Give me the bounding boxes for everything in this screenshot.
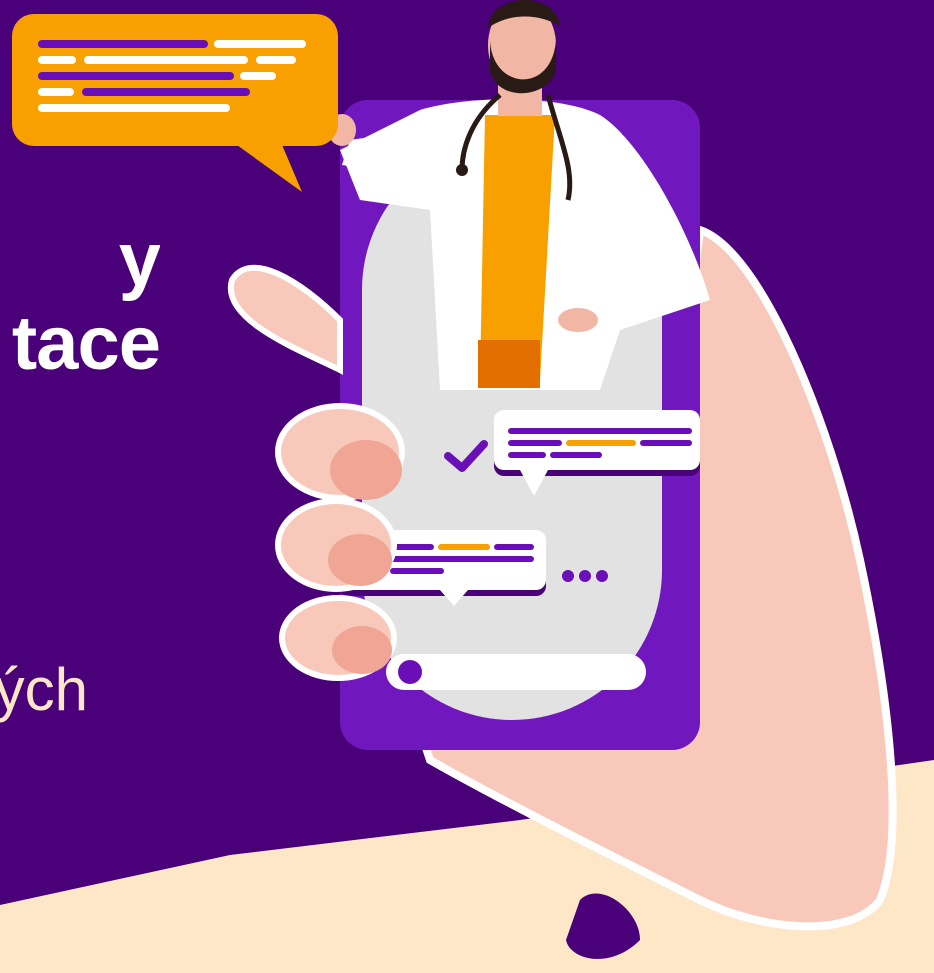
illustration-scene xyxy=(0,0,934,973)
stethoscope-chestpiece xyxy=(456,164,468,176)
message-input-bar xyxy=(386,654,646,690)
doctor-shirt-shade xyxy=(478,340,540,388)
headline-line-1: y xyxy=(118,218,160,302)
input-bar-dot xyxy=(398,660,422,684)
subtext: ých xyxy=(0,656,88,723)
typing-dots-icon xyxy=(562,570,608,582)
headline: y tace xyxy=(0,218,160,386)
chat-bubble-icon xyxy=(12,14,338,192)
doctor-hand-right xyxy=(558,308,598,332)
headline-line-2: tace xyxy=(11,301,160,386)
